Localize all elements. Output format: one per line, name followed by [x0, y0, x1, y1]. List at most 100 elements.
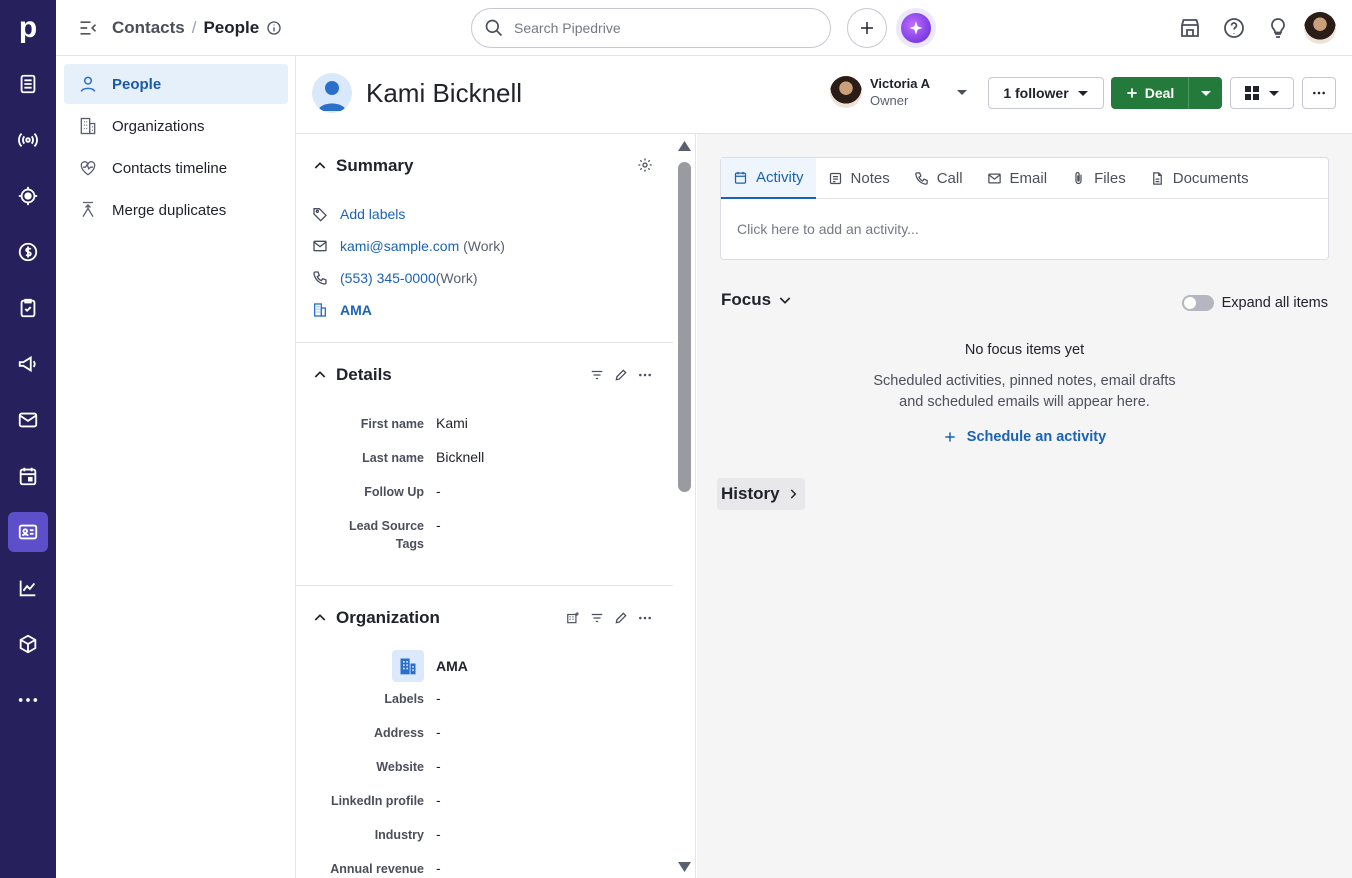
- mail-icon[interactable]: [8, 400, 48, 440]
- email-link[interactable]: kami@sample.com: [340, 238, 459, 254]
- search-icon: [484, 18, 504, 38]
- ellipsis-icon[interactable]: [638, 368, 652, 382]
- tab-activity[interactable]: Activity: [721, 158, 816, 199]
- phone-icon: [914, 171, 929, 186]
- tab-call[interactable]: Call: [902, 158, 975, 199]
- calendar-icon: [733, 170, 748, 185]
- lightbulb-icon[interactable]: [1266, 16, 1290, 40]
- expand-all-toggle[interactable]: [1181, 295, 1214, 311]
- breadcrumb-contacts[interactable]: Contacts: [112, 18, 185, 38]
- target-icon[interactable]: [8, 176, 48, 216]
- details-scrollbar[interactable]: [673, 134, 696, 878]
- subnav-label: Organizations: [112, 117, 205, 135]
- person-icon: [78, 74, 98, 94]
- tab-label: Email: [1009, 170, 1048, 187]
- breadcrumb: Contacts / People: [112, 18, 282, 38]
- sparkle-icon: [901, 13, 931, 43]
- subnav-item-contacts-timeline[interactable]: Contacts timeline: [64, 148, 288, 188]
- ellipsis-icon[interactable]: [638, 611, 652, 625]
- edit-icon[interactable]: [614, 611, 628, 625]
- field-label: Labels: [384, 692, 424, 706]
- add-labels-link[interactable]: Add labels: [340, 206, 405, 222]
- subnav-label: People: [112, 75, 162, 93]
- summary-header[interactable]: Summary: [312, 156, 413, 176]
- app-rail: p: [0, 0, 56, 878]
- owner-selector[interactable]: Victoria A Owner: [830, 76, 968, 108]
- scrollbar-thumb[interactable]: [678, 162, 691, 492]
- tasks-icon[interactable]: [8, 288, 48, 328]
- person-avatar-icon: [312, 73, 352, 113]
- search-input[interactable]: [514, 20, 814, 36]
- tab-files[interactable]: Files: [1059, 158, 1138, 199]
- field-value[interactable]: -: [436, 724, 441, 740]
- insights-icon[interactable]: [8, 568, 48, 608]
- field-value[interactable]: -: [436, 690, 441, 706]
- tab-email[interactable]: Email: [975, 158, 1060, 199]
- details-header[interactable]: Details: [312, 365, 392, 385]
- tab-notes[interactable]: Notes: [816, 158, 902, 199]
- activity-placeholder[interactable]: Click here to add an activity...: [721, 199, 1328, 259]
- marketplace-icon[interactable]: [1178, 16, 1202, 40]
- chevron-up-icon: [312, 367, 328, 383]
- leads-icon[interactable]: [8, 64, 48, 104]
- merge-icon: [78, 200, 98, 220]
- calendar-icon[interactable]: [8, 456, 48, 496]
- subnav-item-merge-duplicates[interactable]: Merge duplicates: [64, 190, 288, 230]
- scroll-up-icon[interactable]: [678, 141, 691, 151]
- deal-button-group: Deal: [1111, 77, 1222, 109]
- change-org-icon[interactable]: [566, 611, 580, 625]
- filter-icon[interactable]: [590, 368, 604, 382]
- contacts-icon[interactable]: [8, 512, 48, 552]
- organization-title: Organization: [336, 608, 440, 627]
- note-icon: [828, 171, 843, 186]
- products-icon[interactable]: [8, 624, 48, 664]
- activity-composer: Activity Notes Call Email Files Document…: [720, 157, 1329, 260]
- field-label: LinkedIn profile: [330, 794, 424, 808]
- tab-label: Activity: [756, 169, 804, 186]
- edit-icon[interactable]: [614, 368, 628, 382]
- focus-header[interactable]: Focus: [721, 290, 793, 310]
- field-value[interactable]: -: [436, 792, 441, 808]
- campaigns-icon[interactable]: [8, 344, 48, 384]
- followers-button[interactable]: 1 follower: [988, 77, 1104, 109]
- user-avatar[interactable]: [1304, 12, 1336, 44]
- field-value[interactable]: Kami: [436, 415, 468, 431]
- ai-assistant-button[interactable]: [896, 8, 936, 48]
- filter-icon[interactable]: [590, 611, 604, 625]
- more-icon[interactable]: [8, 680, 48, 720]
- phone-link[interactable]: (553) 345-0000: [340, 270, 436, 286]
- subnav-item-people[interactable]: People: [64, 64, 288, 104]
- details-panel: Summary Add labels kami@sample.com (Work…: [296, 134, 673, 878]
- scroll-down-icon[interactable]: [678, 862, 691, 872]
- field-value[interactable]: -: [436, 517, 441, 533]
- followers-label: 1 follower: [1003, 85, 1069, 101]
- layout-switch-button[interactable]: [1230, 77, 1294, 109]
- activity-panel: Activity Notes Call Email Files Document…: [697, 134, 1352, 878]
- field-value[interactable]: Bicknell: [436, 449, 484, 465]
- add-deal-button[interactable]: Deal: [1111, 77, 1189, 109]
- more-options-button[interactable]: [1302, 77, 1336, 109]
- organization-link[interactable]: AMA: [340, 302, 372, 318]
- tab-documents[interactable]: Documents: [1138, 158, 1261, 199]
- field-value[interactable]: -: [436, 860, 441, 876]
- pipedrive-logo[interactable]: p: [12, 10, 44, 46]
- organization-name-link[interactable]: AMA: [436, 658, 468, 674]
- person-name[interactable]: Kami Bicknell: [366, 78, 522, 109]
- organization-header[interactable]: Organization: [312, 608, 440, 628]
- gear-icon[interactable]: [637, 157, 653, 173]
- subnav-item-organizations[interactable]: Organizations: [64, 106, 288, 146]
- collapse-menu-icon[interactable]: [78, 18, 98, 38]
- quick-add-button[interactable]: [847, 8, 887, 48]
- deals-icon[interactable]: [8, 232, 48, 272]
- signal-icon[interactable]: [8, 120, 48, 160]
- info-icon[interactable]: [266, 20, 282, 36]
- history-header[interactable]: History: [717, 478, 805, 510]
- deal-dropdown-button[interactable]: [1189, 77, 1222, 109]
- add-labels-row[interactable]: Add labels: [312, 206, 405, 222]
- schedule-activity-link[interactable]: Schedule an activity: [967, 429, 1106, 445]
- help-icon[interactable]: [1222, 16, 1246, 40]
- field-value[interactable]: -: [436, 758, 441, 774]
- field-value[interactable]: -: [436, 483, 441, 499]
- grid-icon: [1244, 85, 1260, 101]
- field-value[interactable]: -: [436, 826, 441, 842]
